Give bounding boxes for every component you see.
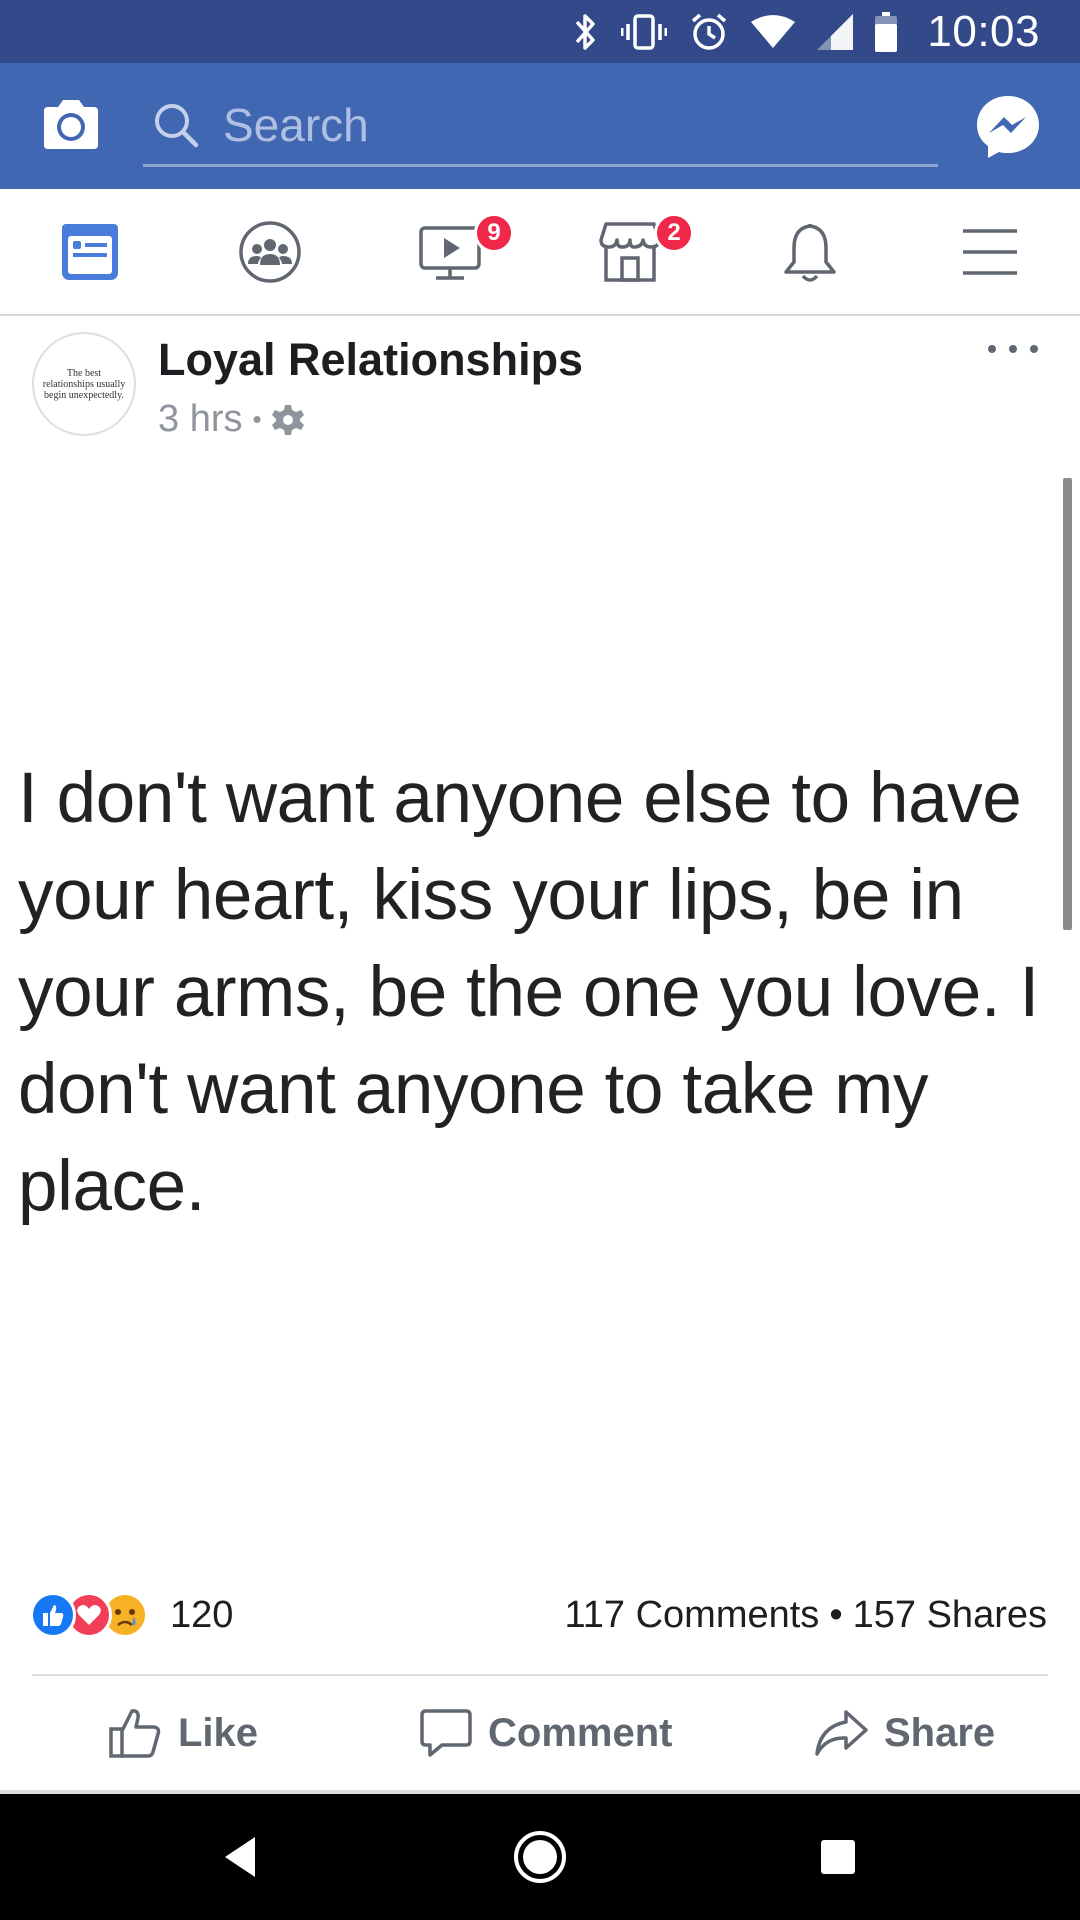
news-feed-icon [62, 223, 118, 280]
messenger-button[interactable] [975, 94, 1041, 160]
watch-badge: 9 [474, 213, 514, 253]
more-dot [988, 345, 996, 353]
comments-count[interactable]: 117 Comments [564, 1594, 819, 1637]
bluetooth-icon [576, 13, 596, 50]
meta-separator: • [252, 404, 262, 434]
like-reaction-icon [30, 1592, 76, 1638]
comment-button[interactable]: Comment [420, 1676, 672, 1790]
app-header [0, 63, 1080, 189]
reaction-count[interactable]: 120 [170, 1594, 233, 1637]
search-icon [155, 103, 199, 147]
page-name[interactable]: Loyal Relationships [158, 334, 583, 386]
post-more-button[interactable] [988, 334, 1038, 364]
share-label: Share [884, 1710, 996, 1755]
home-button[interactable] [505, 1822, 575, 1892]
more-dot [1009, 345, 1017, 353]
tab-notifications[interactable] [720, 189, 900, 314]
status-time: 10:03 [927, 6, 1040, 56]
comment-icon [420, 1709, 472, 1757]
watch-icon [419, 225, 481, 280]
shares-count[interactable]: 157 Shares [853, 1594, 1047, 1637]
post-quote-text: I don't want anyone else to have your he… [18, 759, 1039, 1226]
vibrate-icon [621, 13, 668, 50]
search-input[interactable] [221, 96, 901, 153]
marketplace-icon [599, 221, 661, 282]
camera-button[interactable] [38, 93, 104, 159]
post-time[interactable]: 3 hrs [158, 398, 242, 441]
comment-label: Comment [488, 1710, 673, 1755]
scroll-indicator [1063, 478, 1072, 930]
engagement-separator: • [829, 1594, 843, 1636]
tab-watch[interactable]: 9 [360, 189, 540, 314]
nav-bar: 9 2 [0, 189, 1080, 316]
post-image[interactable]: I don't want anyone else to have your he… [0, 470, 1080, 1555]
wifi-icon [751, 14, 796, 48]
back-button[interactable] [206, 1822, 276, 1892]
more-dot [1030, 345, 1038, 353]
battery-icon [875, 11, 898, 52]
gear-icon [271, 404, 304, 435]
messenger-icon [977, 96, 1039, 158]
tab-marketplace[interactable]: 2 [540, 189, 720, 314]
post-header: The best relationships usually begin une… [0, 316, 1080, 466]
share-button[interactable]: Share [814, 1676, 995, 1790]
marketplace-badge: 2 [654, 213, 694, 253]
signal-icon [817, 13, 854, 50]
engagement-counts: 117 Comments • 157 Shares [564, 1594, 1047, 1637]
page-avatar[interactable]: The best relationships usually begin une… [32, 332, 136, 436]
reactions-row: 120 117 Comments • 157 Shares [0, 1580, 1080, 1650]
camera-icon [44, 100, 98, 149]
reaction-icons[interactable] [30, 1592, 160, 1638]
search-box[interactable] [143, 85, 938, 167]
post-action-bar: Like Comment Share [0, 1676, 1080, 1790]
like-label: Like [178, 1710, 259, 1755]
bell-icon [784, 223, 836, 282]
recents-icon [821, 1840, 855, 1874]
home-icon [514, 1831, 566, 1883]
android-nav-bar [0, 1794, 1080, 1920]
share-icon [815, 1710, 868, 1756]
back-icon [225, 1837, 255, 1877]
tab-groups[interactable] [180, 189, 360, 314]
hamburger-menu-icon [963, 228, 1017, 275]
like-button[interactable]: Like [108, 1676, 258, 1790]
groups-icon [239, 220, 301, 283]
post-meta: 3 hrs • [158, 398, 304, 441]
avatar-text: The best relationships usually begin une… [42, 367, 126, 401]
status-bar: 10:03 [0, 0, 1080, 63]
alarm-icon [692, 13, 727, 50]
tab-menu[interactable] [900, 189, 1080, 314]
thumbs-up-icon [109, 1709, 161, 1758]
status-icons: 10:03 [571, 0, 1040, 63]
tab-news-feed[interactable] [0, 189, 180, 314]
recents-button[interactable] [803, 1822, 873, 1892]
